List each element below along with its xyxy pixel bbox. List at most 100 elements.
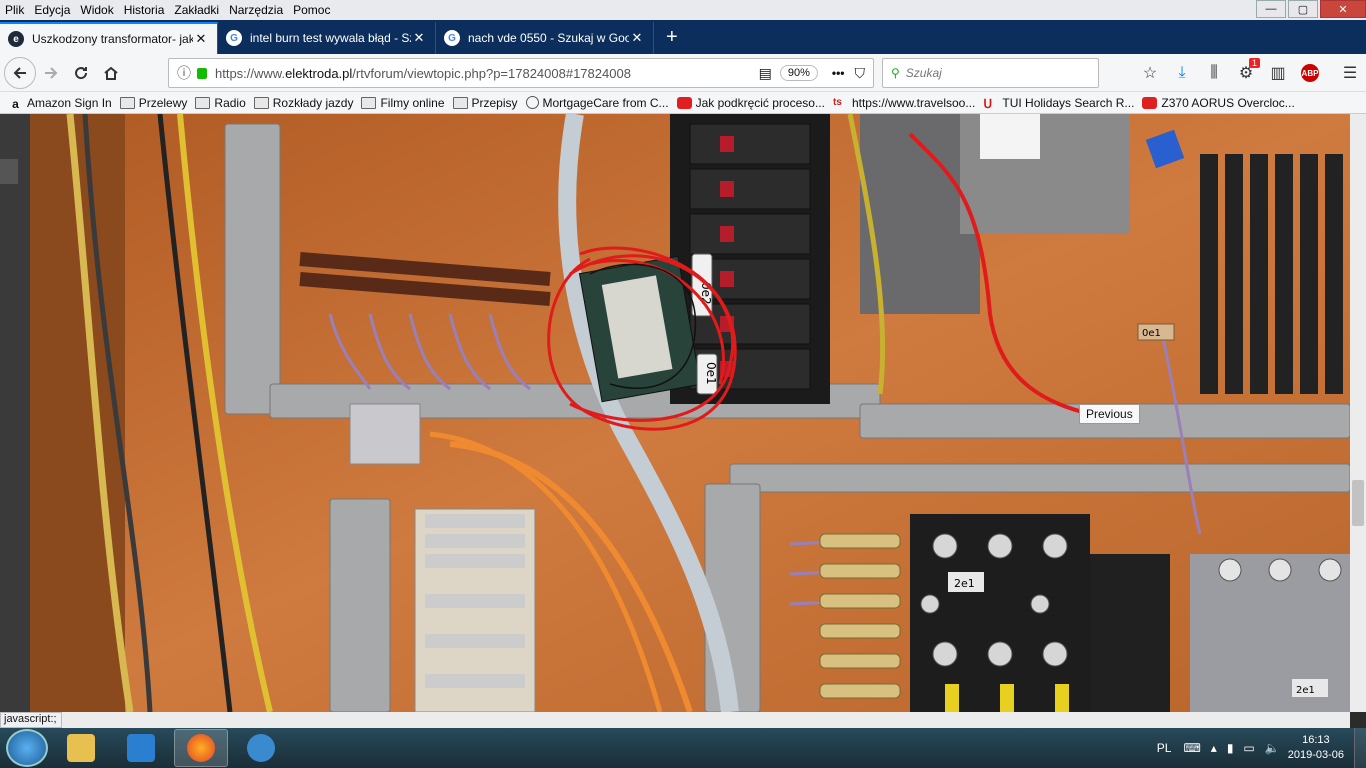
reader-view-icon[interactable]: ▤ [759,65,772,82]
tab-bar: e Uszkodzony transformator- jak ✕ G inte… [0,20,1366,54]
battery-icon[interactable]: ▮ [1227,741,1234,755]
tray-expand-icon[interactable]: ▴ [1211,741,1217,755]
bookmark-amazon[interactable]: a Amazon Sign In [8,96,112,111]
taskbar-firefox[interactable] [174,729,228,767]
keyboard-icon[interactable]: ⌨ [1183,741,1200,755]
back-arrow-icon [13,66,26,79]
media-player-icon [127,734,155,762]
tab-nach-vde[interactable]: G nach vde 0550 - Szukaj w Goog ✕ [436,22,654,54]
tui-icon: ᑌ [983,96,993,111]
youtube-icon [676,96,692,109]
extension-notification-icon[interactable]: ⚙ 1 [1230,58,1262,88]
wiring-cabinet-photo[interactable]: 0e2 0e1 0e1 2e1 2e1 [30,114,1350,712]
url-text[interactable]: https://www.elektroda.pl/rtvforum/viewto… [215,66,759,81]
close-tab-icon[interactable]: ✕ [193,31,209,47]
bookmark-tui[interactable]: ᑌ TUI Holidays Search R... [983,96,1134,111]
sidebar-icon[interactable]: ▥ [1262,58,1294,88]
search-input[interactable]: Szukaj [906,66,942,80]
address-bar[interactable]: ⓘ https://www.elektroda.pl/rtvforum/view… [168,58,874,88]
language-indicator[interactable]: PL [1157,741,1172,755]
bookmark-travelsoo[interactable]: ts https://www.travelsoo... [833,96,975,110]
mail-icon [247,734,275,762]
taskbar-media-player[interactable] [114,729,168,767]
tab-title: intel burn test wywala błąd - Sz [250,31,411,45]
travelsupermarket-icon: ts [832,96,842,108]
menu-view[interactable]: Widok [75,3,118,17]
network-icon[interactable]: ▭ [1243,741,1254,755]
component-label-0e1: 0e1 [1142,328,1161,339]
hamburger-menu-icon[interactable]: ☰ [1334,58,1366,88]
search-box[interactable]: ⚲ Szukaj [882,58,1099,88]
clock[interactable]: 16:13 2019-03-06 [1288,733,1344,763]
zoom-indicator[interactable]: 90% [779,65,818,81]
forward-button[interactable] [36,58,66,88]
bookmark-z370-aorus[interactable]: Z370 AORUS Overcloc... [1142,96,1295,110]
globe-icon [525,96,539,109]
bookmark-folder-radio[interactable]: Radio [195,96,246,110]
bookmark-folder-przelewy[interactable]: Przelewy [119,96,187,110]
lock-icon [197,67,207,79]
menu-help[interactable]: Pomoc [288,3,335,17]
wiring-cabinet-photo-image: 0e2 0e1 0e1 2e1 2e1 [30,114,1350,712]
folder-icon [253,96,269,109]
home-button[interactable] [96,58,126,88]
pocket-icon[interactable]: ⛉ [855,65,866,82]
scrollbar-thumb[interactable] [1352,480,1364,526]
vertical-scrollbar[interactable] [1350,114,1366,712]
reload-button[interactable] [66,58,96,88]
navigation-toolbar: ⓘ https://www.elektroda.pl/rtvforum/view… [0,54,1366,92]
close-tab-icon[interactable]: ✕ [629,30,645,46]
taskbar-explorer[interactable] [54,729,108,767]
folder-icon [361,96,377,109]
show-desktop-button[interactable] [1354,728,1366,768]
adblock-plus-icon[interactable]: ABP [1294,58,1326,88]
maximize-button[interactable]: ▢ [1288,0,1318,18]
tab-uszkodzony-transformator[interactable]: e Uszkodzony transformator- jak ✕ [0,22,218,54]
bookmark-jak-podkrecic[interactable]: Jak podkręcić proceso... [676,96,825,110]
horizontal-scrollbar[interactable] [0,712,1350,728]
menu-file[interactable]: Plik [0,3,29,17]
menu-history[interactable]: Historia [119,3,170,17]
volume-icon[interactable]: 🔈 [1265,741,1280,755]
new-tab-button[interactable]: + [654,22,690,54]
close-window-button[interactable]: ✕ [1320,0,1366,18]
taskbar-mail[interactable] [234,729,288,767]
windows-taskbar: PL ⌨ ▴ ▮ ▭ 🔈 16:13 2019-03-06 [0,728,1366,768]
folder-icon [195,96,211,109]
notification-badge: 1 [1248,58,1260,68]
bookmark-folder-przepisy[interactable]: Przepisy [452,96,518,110]
relay-label-0e1: 0e1 [704,362,718,385]
bookmark-folder-filmy[interactable]: Filmy online [361,96,445,110]
firefox-icon [187,734,215,762]
amazon-icon: a [12,96,19,111]
menu-tools[interactable]: Narzędzia [224,3,288,17]
tab-intel-burn-test[interactable]: G intel burn test wywala błąd - Sz ✕ [218,22,436,54]
bookmark-star-icon[interactable]: ☆ [1134,58,1166,88]
menu-edit[interactable]: Edycja [29,3,75,17]
status-bar-link: javascript:; [0,712,62,728]
bookmarks-toolbar: a Amazon Sign In Przelewy Radio Rozkłady … [0,92,1366,114]
file-explorer-icon [67,734,95,762]
module-label-2e1: 2e1 [1296,685,1315,696]
clock-time: 16:13 [1302,734,1330,746]
clock-date: 2019-03-06 [1287,749,1344,761]
contactor-label-2e1: 2e1 [954,577,975,590]
page-actions-button[interactable]: ••• [832,66,845,80]
page-content: 0e2 0e1 0e1 2e1 2e1 Previous [0,114,1366,712]
close-tab-icon[interactable]: ✕ [411,30,427,46]
tab-title: Uszkodzony transformator- jak [32,32,193,46]
library-icon[interactable]: ⫼ [1198,58,1230,88]
bookmark-mortgagecare[interactable]: MortgageCare from C... [525,96,669,110]
back-button[interactable] [4,56,36,89]
google-favicon-icon: G [226,30,242,46]
info-icon[interactable]: ⓘ [177,63,191,83]
bookmark-folder-rozklady[interactable]: Rozkłady jazdy [253,96,353,110]
downloads-icon[interactable]: ⤓ [1166,58,1198,88]
window-controls: — ▢ ✕ [1254,0,1366,18]
google-favicon-icon: G [444,30,460,46]
youtube-icon [1142,96,1158,109]
start-button[interactable] [6,729,48,767]
reload-icon [75,66,88,79]
minimize-button[interactable]: — [1256,0,1286,18]
menu-bookmarks[interactable]: Zakładki [169,3,224,17]
